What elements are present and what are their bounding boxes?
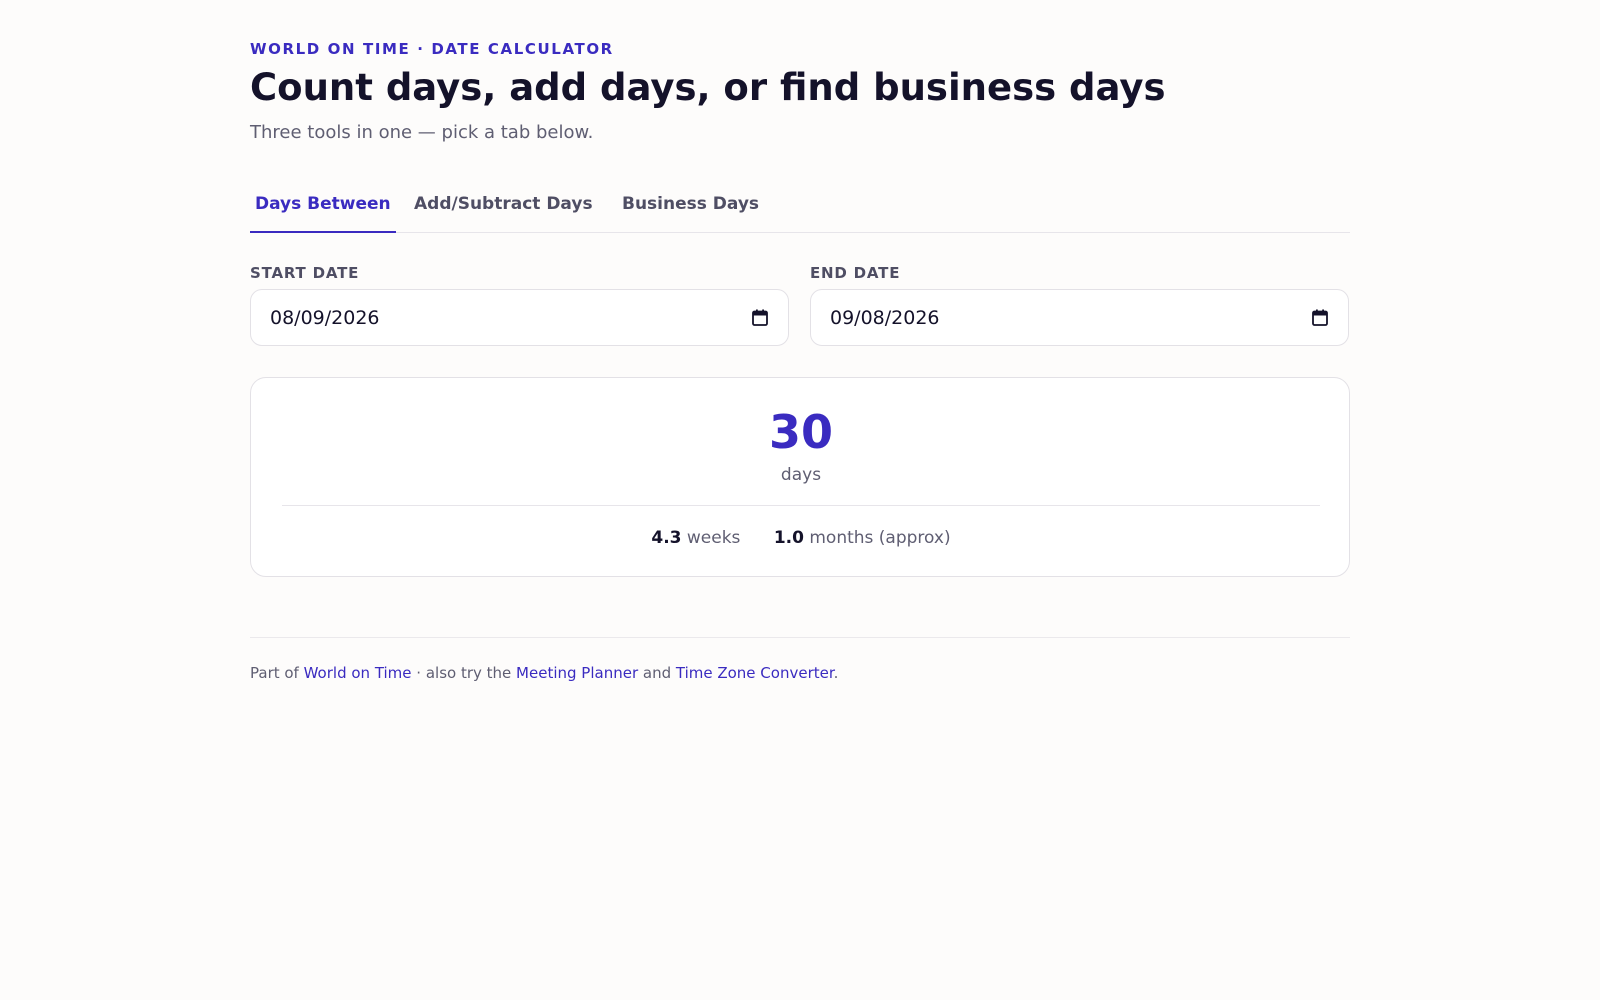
result-days-value: 30 xyxy=(768,405,833,459)
end-date-input[interactable]: 09/08/2026 xyxy=(810,289,1349,346)
result-days-unit: days xyxy=(780,465,822,485)
calendar-icon[interactable] xyxy=(1312,309,1328,326)
page-subtitle: Three tools in one — pick a tab below. xyxy=(250,122,594,143)
months-value: 1.0 xyxy=(773,528,804,548)
calendar-icon[interactable] xyxy=(752,309,768,326)
time-zone-converter-link[interactable]: Time Zone Converter xyxy=(676,664,834,682)
result-card: 30 days 4.3 weeks 1.0 months (approx) xyxy=(250,377,1350,577)
end-date-value: 09/08/2026 xyxy=(830,307,940,329)
start-date-value: 08/09/2026 xyxy=(270,307,380,329)
meeting-planner-link[interactable]: Meeting Planner xyxy=(516,664,638,682)
start-date-label: START DATE xyxy=(250,264,360,282)
result-divider xyxy=(282,505,1320,506)
footer-text: . xyxy=(833,664,839,682)
weeks-stat: 4.3 weeks xyxy=(651,528,740,548)
tab-business-days[interactable]: Business Days xyxy=(617,184,764,233)
footer-text: and xyxy=(638,664,676,682)
tab-days-between[interactable]: Days Between xyxy=(250,184,396,233)
page-title: Count days, add days, or find business d… xyxy=(250,66,1166,109)
end-date-label: END DATE xyxy=(810,264,901,282)
footer-divider xyxy=(250,637,1350,638)
weeks-label: weeks xyxy=(686,528,741,548)
world-on-time-link[interactable]: World on Time xyxy=(304,664,412,682)
footer-text: · also try the xyxy=(411,664,517,682)
tab-bar: Days Between Add/Subtract Days Business … xyxy=(250,184,1350,233)
start-date-input[interactable]: 08/09/2026 xyxy=(250,289,789,346)
weeks-value: 4.3 xyxy=(651,528,682,548)
months-stat: 1.0 months (approx) xyxy=(774,528,951,548)
result-stats: 4.3 weeks 1.0 months (approx) xyxy=(251,528,1351,548)
footer: Part of World on Time · also try the Mee… xyxy=(250,664,838,682)
footer-text: Part of xyxy=(250,664,304,682)
eyebrow-label: WORLD ON TIME · DATE CALCULATOR xyxy=(250,40,614,58)
months-label: months (approx) xyxy=(809,528,951,548)
tab-add-subtract-days[interactable]: Add/Subtract Days xyxy=(409,184,598,233)
